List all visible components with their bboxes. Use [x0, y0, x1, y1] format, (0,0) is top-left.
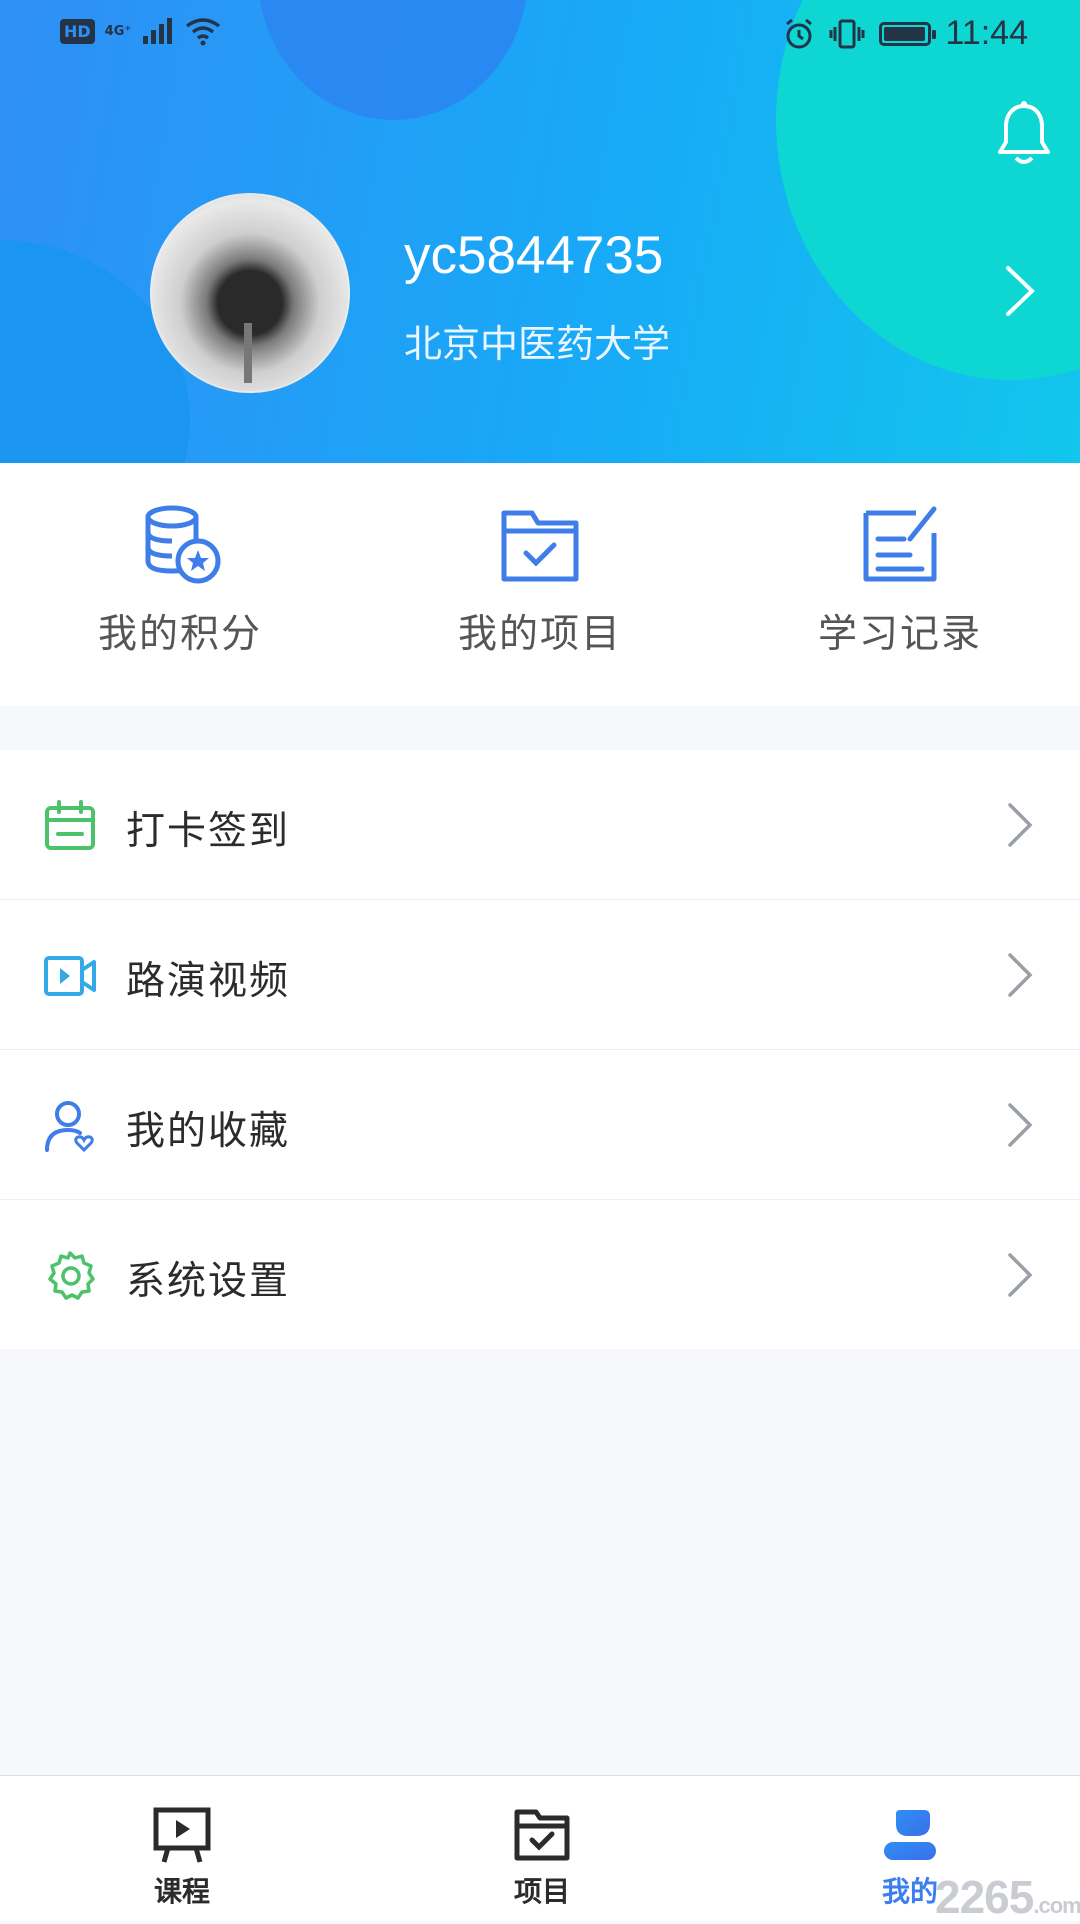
menu-item-favorites[interactable]: 我的收藏 [0, 1050, 1080, 1200]
avatar[interactable] [150, 193, 350, 393]
username: yc5844735 [404, 226, 664, 285]
watermark: 2265.com [935, 1871, 1080, 1923]
quick-action-label: 我的项目 [457, 612, 622, 657]
menu-item-label: 打卡签到 [126, 809, 291, 854]
quick-action-label: 我的积分 [97, 612, 262, 657]
chevron-right-icon [1008, 803, 1033, 847]
tab-courses[interactable]: 课程 [102, 1806, 262, 1910]
battery-icon [879, 21, 937, 46]
settings-menu: 打卡签到 路演视频 我的收藏 系统设置 [0, 750, 1080, 1349]
quick-action-study-records[interactable]: 学习记录 [770, 503, 1030, 659]
chevron-right-icon [1008, 953, 1033, 997]
chevron-right-icon [1008, 1253, 1033, 1297]
gear-icon [48, 1251, 95, 1300]
profile-icon [884, 1810, 936, 1860]
chevron-right-icon [1008, 1103, 1033, 1147]
bottom-tab-bar: 课程 项目 我的 [0, 1775, 1080, 1921]
status-bar: HD 4G⁺ 11:44 [0, 0, 1080, 70]
tab-projects[interactable]: 项目 [462, 1806, 622, 1910]
chevron-right-icon[interactable] [1000, 264, 1040, 318]
signal-icon [143, 18, 173, 44]
profile-header: HD 4G⁺ 11:44 yc5844735 北京中医药大学 [0, 0, 1080, 463]
video-camera-icon [44, 956, 96, 996]
vibrate-icon [829, 19, 865, 48]
status-time: 11:44 [945, 14, 1028, 52]
notebook-edit-icon [863, 506, 937, 582]
quick-action-projects[interactable]: 我的项目 [410, 503, 670, 659]
calendar-icon [45, 800, 95, 850]
quick-action-points[interactable]: 我的积分 [50, 503, 310, 659]
menu-item-label: 我的收藏 [126, 1109, 291, 1154]
alarm-icon [786, 18, 813, 48]
menu-item-roadshow-video[interactable]: 路演视频 [0, 900, 1080, 1050]
school-name: 北京中医药大学 [404, 322, 671, 366]
quick-action-label: 学习记录 [817, 612, 982, 657]
quick-actions: 我的积分 我的项目 学习记录 [0, 463, 1080, 706]
folder-check-icon [501, 510, 579, 582]
menu-item-system-settings[interactable]: 系统设置 [0, 1200, 1080, 1349]
network-type: 4G⁺ [104, 23, 132, 39]
menu-item-check-in[interactable]: 打卡签到 [0, 750, 1080, 900]
tab-label: 项目 [513, 1875, 570, 1908]
menu-item-label: 路演视频 [126, 959, 291, 1004]
coins-star-icon [145, 505, 221, 584]
notification-bell-icon[interactable] [996, 100, 1052, 168]
presentation-icon [153, 1807, 211, 1863]
menu-item-label: 系统设置 [126, 1259, 291, 1304]
wifi-icon [186, 18, 221, 46]
tab-label: 课程 [153, 1875, 210, 1908]
hd-badge: HD [60, 18, 95, 44]
folder-check-icon [514, 1809, 570, 1861]
user-heart-icon [45, 1101, 94, 1152]
